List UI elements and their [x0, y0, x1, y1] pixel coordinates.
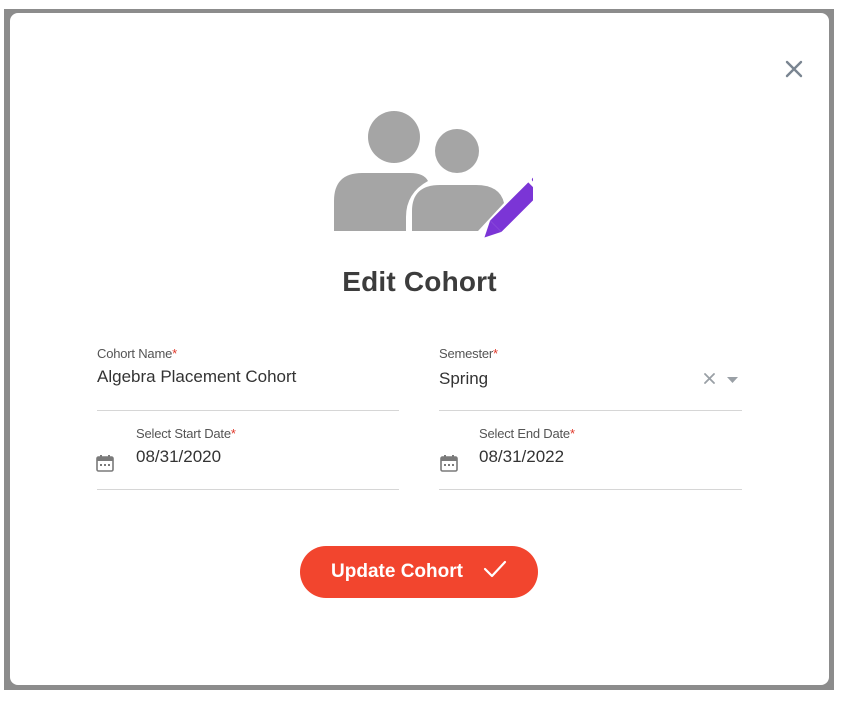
cohort-name-value: Algebra Placement Cohort: [97, 367, 297, 386]
required-mark: *: [569, 426, 575, 441]
semester-label: Semester: [439, 346, 494, 361]
cohort-name-label: Cohort Name: [97, 346, 173, 361]
required-mark: *: [493, 346, 498, 361]
cohort-name-field[interactable]: Cohort Name* Algebra Placement Cohort: [97, 346, 397, 387]
calendar-icon[interactable]: [95, 453, 115, 473]
end-date-label: Select End Date: [479, 426, 570, 441]
semester-underline: [439, 410, 742, 411]
semester-select[interactable]: Semester* Spring: [439, 346, 699, 389]
calendar-icon[interactable]: [439, 453, 459, 473]
check-icon: [483, 560, 507, 584]
start-date-underline: [97, 489, 399, 490]
update-cohort-label: Update Cohort: [331, 561, 463, 582]
end-date-underline: [439, 489, 742, 490]
group-edit-icon: [328, 105, 548, 250]
close-icon[interactable]: [780, 55, 808, 83]
required-mark: *: [230, 426, 236, 441]
modal-title: Edit Cohort: [342, 266, 497, 297]
chevron-down-icon[interactable]: [727, 371, 738, 389]
required-mark: *: [172, 346, 177, 361]
clear-icon[interactable]: [704, 371, 715, 389]
start-date-label: Select Start Date: [136, 426, 231, 441]
update-cohort-button[interactable]: Update Cohort: [300, 546, 538, 598]
end-date-value: 08/31/2022: [479, 447, 565, 466]
start-date-value: 08/31/2020: [136, 447, 222, 466]
cohort-name-underline: [97, 410, 399, 411]
end-date-field[interactable]: Select End Date* 08/31/2022: [479, 426, 739, 467]
semester-value: Spring: [439, 369, 489, 388]
start-date-field[interactable]: Select Start Date* 08/31/2020: [136, 426, 396, 467]
